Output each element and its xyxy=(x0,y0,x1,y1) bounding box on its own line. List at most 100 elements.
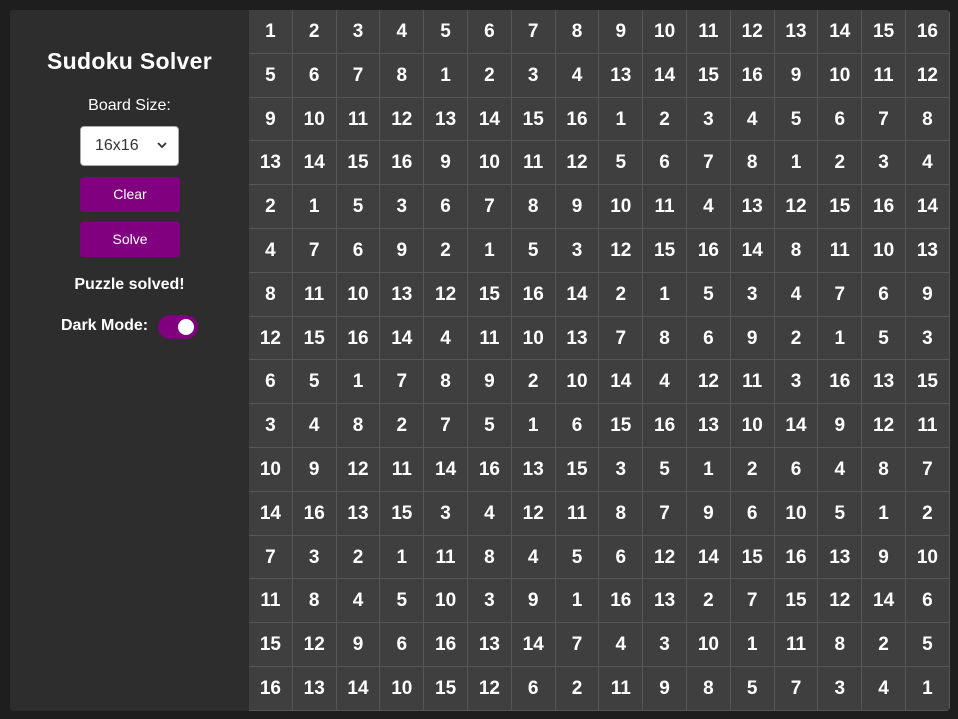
board-cell[interactable]: 12 xyxy=(511,491,556,536)
board-cell[interactable]: 15 xyxy=(380,491,425,536)
board-cell[interactable]: 13 xyxy=(643,579,687,624)
board-cell[interactable]: 13 xyxy=(818,535,863,580)
board-cell[interactable]: 5 xyxy=(818,491,863,536)
board-cell[interactable]: 16 xyxy=(862,185,906,229)
board-cell[interactable]: 16 xyxy=(643,404,687,448)
board-cell[interactable]: 4 xyxy=(599,623,644,667)
board-cell[interactable]: 8 xyxy=(292,579,337,624)
board-cell[interactable]: 15 xyxy=(511,97,556,142)
board-cell[interactable]: 9 xyxy=(292,448,337,492)
board-cell[interactable]: 6 xyxy=(292,53,337,98)
board-cell[interactable]: 8 xyxy=(424,360,468,405)
board-cell[interactable]: 7 xyxy=(555,623,600,667)
board-cell[interactable]: 10 xyxy=(862,229,906,273)
board-cell[interactable]: 2 xyxy=(380,404,425,448)
board-cell[interactable]: 5 xyxy=(468,404,512,448)
board-cell[interactable]: 7 xyxy=(336,53,381,98)
board-cell[interactable]: 11 xyxy=(774,623,819,667)
board-cell[interactable]: 5 xyxy=(336,185,381,229)
board-cell[interactable]: 9 xyxy=(862,535,906,580)
board-cell[interactable]: 12 xyxy=(818,579,863,624)
board-cell[interactable]: 6 xyxy=(906,579,950,624)
board-cell[interactable]: 10 xyxy=(424,579,468,624)
board-cell[interactable]: 13 xyxy=(687,404,731,448)
board-cell[interactable]: 14 xyxy=(555,272,600,317)
board-cell[interactable]: 11 xyxy=(862,53,906,98)
board-cell[interactable]: 4 xyxy=(906,141,950,186)
board-cell[interactable]: 8 xyxy=(643,316,687,361)
board-cell[interactable]: 7 xyxy=(818,272,863,317)
board-cell[interactable]: 8 xyxy=(906,97,950,142)
board-cell[interactable]: 1 xyxy=(643,272,687,317)
board-cell[interactable]: 6 xyxy=(862,272,906,317)
board-cell[interactable]: 16 xyxy=(380,141,425,186)
board-cell[interactable]: 13 xyxy=(599,53,644,98)
board-size-select[interactable]: 16x16 xyxy=(80,126,179,166)
board-cell[interactable]: 11 xyxy=(424,535,468,580)
board-cell[interactable]: 11 xyxy=(906,404,950,448)
board-cell[interactable]: 2 xyxy=(292,10,337,54)
board-cell[interactable]: 1 xyxy=(862,491,906,536)
board-cell[interactable]: 14 xyxy=(687,535,731,580)
board-cell[interactable]: 2 xyxy=(906,491,950,536)
board-cell[interactable]: 15 xyxy=(906,360,950,405)
board-cell[interactable]: 7 xyxy=(511,10,556,54)
board-cell[interactable]: 16 xyxy=(774,535,819,580)
board-cell[interactable]: 14 xyxy=(774,404,819,448)
board-cell[interactable]: 10 xyxy=(468,141,512,186)
board-cell[interactable]: 6 xyxy=(774,448,819,492)
board-cell[interactable]: 15 xyxy=(249,623,293,667)
board-cell[interactable]: 5 xyxy=(862,316,906,361)
board-cell[interactable]: 10 xyxy=(643,10,687,54)
board-cell[interactable]: 12 xyxy=(687,360,731,405)
board-cell[interactable]: 12 xyxy=(380,97,425,142)
board-cell[interactable]: 15 xyxy=(730,535,775,580)
board-cell[interactable]: 5 xyxy=(249,53,293,98)
board-cell[interactable]: 7 xyxy=(774,667,819,711)
board-cell[interactable]: 14 xyxy=(249,491,293,536)
board-cell[interactable]: 6 xyxy=(555,404,600,448)
board-cell[interactable]: 5 xyxy=(906,623,950,667)
board-cell[interactable]: 1 xyxy=(380,535,425,580)
clear-button[interactable]: Clear xyxy=(80,177,180,212)
board-cell[interactable]: 14 xyxy=(599,360,644,405)
board-cell[interactable]: 6 xyxy=(730,491,775,536)
board-cell[interactable]: 3 xyxy=(599,448,644,492)
board-cell[interactable]: 3 xyxy=(424,491,468,536)
board-cell[interactable]: 5 xyxy=(380,579,425,624)
board-cell[interactable]: 7 xyxy=(687,141,731,186)
board-cell[interactable]: 14 xyxy=(292,141,337,186)
board-cell[interactable]: 3 xyxy=(774,360,819,405)
board-cell[interactable]: 5 xyxy=(643,448,687,492)
board-cell[interactable]: 11 xyxy=(643,185,687,229)
board-cell[interactable]: 12 xyxy=(292,623,337,667)
board-cell[interactable]: 4 xyxy=(380,10,425,54)
board-cell[interactable]: 10 xyxy=(687,623,731,667)
board-cell[interactable]: 16 xyxy=(906,10,950,54)
board-cell[interactable]: 9 xyxy=(774,53,819,98)
board-cell[interactable]: 2 xyxy=(599,272,644,317)
board-cell[interactable]: 3 xyxy=(730,272,775,317)
board-cell[interactable]: 16 xyxy=(599,579,644,624)
board-cell[interactable]: 14 xyxy=(730,229,775,273)
board-cell[interactable]: 9 xyxy=(468,360,512,405)
board-cell[interactable]: 2 xyxy=(818,141,863,186)
board-cell[interactable]: 10 xyxy=(292,97,337,142)
board-cell[interactable]: 9 xyxy=(249,97,293,142)
board-cell[interactable]: 13 xyxy=(249,141,293,186)
board-cell[interactable]: 1 xyxy=(468,229,512,273)
board-cell[interactable]: 13 xyxy=(555,316,600,361)
board-cell[interactable]: 3 xyxy=(862,141,906,186)
board-cell[interactable]: 15 xyxy=(687,53,731,98)
board-cell[interactable]: 9 xyxy=(336,623,381,667)
board-cell[interactable]: 9 xyxy=(511,579,556,624)
board-cell[interactable]: 5 xyxy=(292,360,337,405)
board-cell[interactable]: 5 xyxy=(774,97,819,142)
board-cell[interactable]: 11 xyxy=(511,141,556,186)
board-cell[interactable]: 8 xyxy=(468,535,512,580)
board-cell[interactable]: 7 xyxy=(643,491,687,536)
board-cell[interactable]: 16 xyxy=(730,53,775,98)
board-cell[interactable]: 4 xyxy=(511,535,556,580)
board-cell[interactable]: 13 xyxy=(862,360,906,405)
board-cell[interactable]: 1 xyxy=(249,10,293,54)
